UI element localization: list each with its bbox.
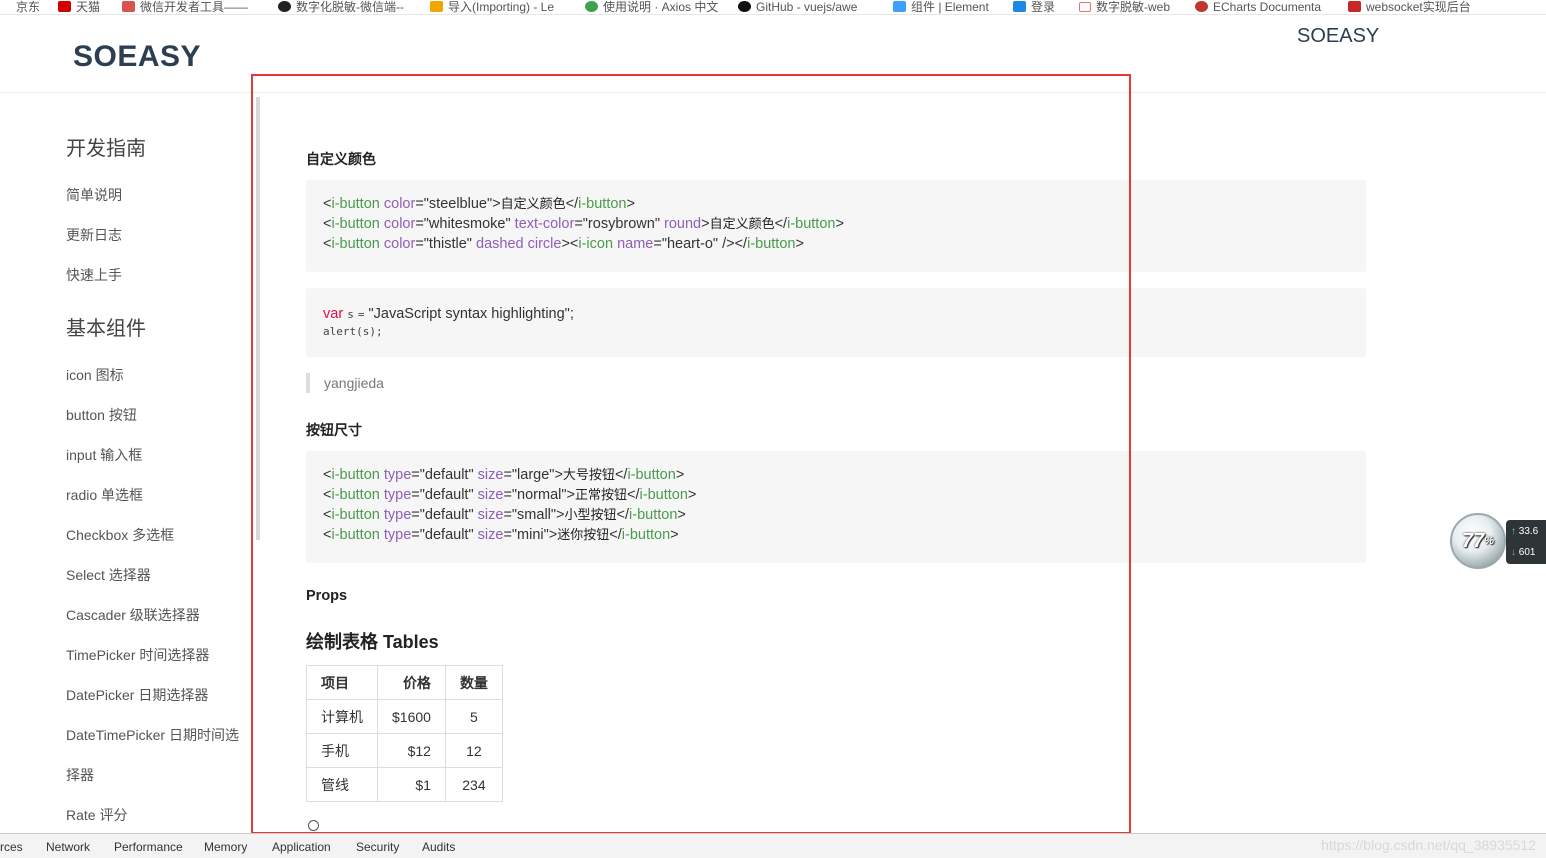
- bookmark-label: 京东: [16, 0, 41, 14]
- page-icon: [1079, 1, 1091, 12]
- bookmark-axios[interactable]: 使用说明 · Axios 中文: [585, 0, 718, 13]
- bookmark-label: 微信开发者工具——: [140, 0, 249, 14]
- sidebar-group-dev-guide: 开发指南: [66, 138, 146, 160]
- login-icon: [1013, 1, 1026, 12]
- sidebar-item-intro[interactable]: 简单说明: [66, 185, 122, 205]
- bookmark-label: 数字脱敏-web: [1096, 0, 1171, 14]
- tmall-icon: [58, 1, 71, 12]
- echarts-icon: [1195, 1, 1208, 12]
- download-value: 601: [1518, 547, 1536, 558]
- sidebar-item-cascader[interactable]: Cascader 级联选择器: [66, 605, 200, 625]
- bookmark-digital-desensitize[interactable]: 数字化脱敏-微信端--: [278, 0, 404, 13]
- bookmark-label: websocket实现后台: [1366, 0, 1471, 14]
- bookmark-desensitize-web[interactable]: 数字脱敏-web: [1079, 0, 1170, 13]
- bookmark-login[interactable]: 登录: [1013, 0, 1055, 13]
- bookmark-jd[interactable]: 京东: [2, 0, 40, 13]
- bookmark-label: 使用说明 · Axios 中文: [603, 0, 719, 14]
- devtools-tab-sources[interactable]: rces: [0, 840, 23, 854]
- download-speed: ↓ 601: [1511, 547, 1535, 558]
- element-icon: [893, 1, 906, 12]
- bookmark-echarts[interactable]: ECharts Documenta: [1195, 0, 1321, 13]
- sidebar-item-input[interactable]: input 输入框: [66, 445, 142, 465]
- bookmarks-bar: 京东 天猫 微信开发者工具—— 数字化脱敏-微信端-- 导入(Importing…: [0, 0, 1546, 15]
- watermark: https://blog.csdn.net/qq_38935512: [1321, 837, 1536, 853]
- sidebar-item-rate[interactable]: Rate 评分: [66, 805, 127, 825]
- axios-icon: [585, 1, 598, 12]
- csdn-icon: [1348, 1, 1361, 12]
- bookmark-github[interactable]: GitHub - vuejs/awe: [738, 0, 857, 13]
- bookmark-websocket[interactable]: websocket实现后台: [1348, 0, 1471, 13]
- github-icon: [738, 1, 751, 12]
- devtools-tab-performance[interactable]: Performance: [114, 840, 183, 854]
- sidebar-nav: 开发指南 简单说明 更新日志 快速上手 基本组件 icon 图标 button …: [0, 93, 252, 833]
- wechat-devtools-icon: [122, 1, 135, 12]
- sidebar-item-timepicker[interactable]: TimePicker 时间选择器: [66, 645, 209, 665]
- bookmark-label: 登录: [1031, 0, 1056, 14]
- bookmark-wechat-devtools[interactable]: 微信开发者工具——: [122, 0, 248, 13]
- sidebar-item-datepicker[interactable]: DatePicker 日期选择器: [66, 685, 208, 705]
- sidebar-item-datetimepicker-wrap[interactable]: 择器: [66, 765, 94, 785]
- sidebar-item-changelog[interactable]: 更新日志: [66, 225, 122, 245]
- bookmark-tmall[interactable]: 天猫: [58, 0, 100, 13]
- devtools-tab-network[interactable]: Network: [46, 840, 90, 854]
- browser-icon: [278, 1, 291, 12]
- sidebar-item-checkbox[interactable]: Checkbox 多选框: [66, 525, 174, 545]
- sidebar-item-button[interactable]: button 按钮: [66, 405, 137, 425]
- network-monitor-ball[interactable]: 77%: [1450, 513, 1506, 569]
- arrow-up-icon: ↑: [1511, 526, 1516, 537]
- sidebar-item-datetimepicker[interactable]: DateTimePicker 日期时间选: [66, 725, 239, 745]
- bookmark-label: 导入(Importing) - Le: [448, 0, 555, 14]
- site-logo[interactable]: SOEASY: [73, 40, 201, 74]
- devtools-tab-memory[interactable]: Memory: [204, 840, 247, 854]
- sidebar-item-icon[interactable]: icon 图标: [66, 365, 124, 385]
- highlight-frame: [251, 74, 1131, 834]
- percent-sign: %: [1484, 535, 1495, 547]
- bookmark-element[interactable]: 组件 | Element: [893, 0, 989, 13]
- upload-speed: ↑ 33.6: [1511, 526, 1538, 537]
- sidebar-group-basic-components: 基本组件: [66, 318, 146, 340]
- bookmark-label: 数字化脱敏-微信端--: [296, 0, 404, 14]
- sidebar-item-radio[interactable]: radio 单选框: [66, 485, 143, 505]
- bookmark-label: GitHub - vuejs/awe: [756, 0, 858, 14]
- grid-icon: [430, 1, 443, 12]
- devtools-tabbar: rces Network Performance Memory Applicat…: [0, 833, 1546, 858]
- devtools-tab-security[interactable]: Security: [356, 840, 399, 854]
- sidebar-item-select[interactable]: Select 选择器: [66, 565, 151, 585]
- devtools-tab-audits[interactable]: Audits: [422, 840, 455, 854]
- bookmark-label: 组件 | Element: [911, 0, 989, 14]
- network-speed-panel[interactable]: ↑ 33.6 ↓ 601: [1506, 520, 1546, 564]
- memory-percent: 77: [1461, 529, 1485, 552]
- upload-value: 33.6: [1518, 526, 1539, 537]
- arrow-down-icon: ↓: [1511, 547, 1516, 558]
- bookmark-label: 天猫: [76, 0, 101, 14]
- header-right-title[interactable]: SOEASY: [1297, 25, 1379, 48]
- bookmark-label: ECharts Documenta: [1213, 0, 1322, 14]
- bookmark-importing[interactable]: 导入(Importing) - Le: [430, 0, 554, 13]
- devtools-tab-application[interactable]: Application: [272, 840, 331, 854]
- sidebar-item-quickstart[interactable]: 快速上手: [66, 265, 122, 285]
